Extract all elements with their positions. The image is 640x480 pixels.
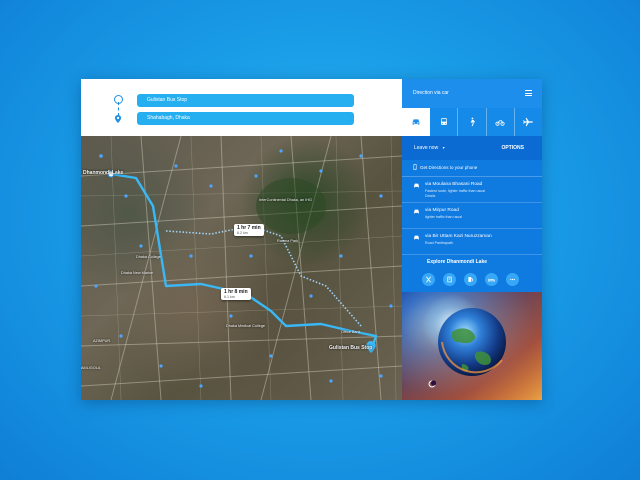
- bed-button[interactable]: [485, 273, 498, 286]
- map-label-office-bank: Office Bank: [341, 330, 361, 334]
- gas-station-button[interactable]: [464, 273, 477, 286]
- explore-actions: [422, 273, 519, 286]
- more-button[interactable]: [506, 273, 519, 286]
- map-label-intercontinental: InterContinental Dhaka, an IHG: [259, 198, 312, 202]
- route-via: via Moulana Bhasani Road: [425, 182, 483, 187]
- route-via: via Bir Uttam Kazi Nuruzzaman: [425, 234, 492, 239]
- phone-icon: [413, 164, 417, 170]
- route-option[interactable]: via Moulana Bhasani Road Fastest route, …: [402, 177, 542, 203]
- route-via: via Mirpur Road: [425, 208, 459, 213]
- map-label-amligola: AMLIGOLA: [81, 366, 101, 370]
- route-time-callout[interactable]: 1 hr 7 min 6.2 km: [234, 224, 264, 236]
- plane-icon: [523, 117, 534, 127]
- options-button[interactable]: OPTIONS: [501, 145, 524, 151]
- map-label-new-market: Dhaka New Market: [121, 271, 154, 275]
- car-icon: [414, 209, 419, 214]
- car-icon: [414, 235, 419, 240]
- explore-image: [402, 292, 542, 400]
- map-label-dhanmondi: Dhanmondi Lake: [83, 170, 124, 176]
- route-header: Gulistan Bus Stop Shahabagh, Dhaka: [81, 79, 402, 136]
- bus-icon: [440, 118, 447, 125]
- send-to-phone-row[interactable]: Get Directions to your phone: [402, 160, 542, 177]
- panel-header: Direction via car: [402, 79, 542, 108]
- route-description: Road Panthapath: [425, 241, 453, 245]
- route-connector: [118, 102, 119, 116]
- map-label-gulistan: Gulistan Bus Stop: [329, 345, 373, 351]
- directions-card: Gulistan Bus Stop Shahabagh, Dhaka Dhanm…: [81, 79, 542, 400]
- tab-walk[interactable]: [458, 108, 487, 136]
- more-icon: [510, 278, 515, 281]
- car-icon: [414, 183, 419, 188]
- map-label-dhaka-medical: Dhaka Medical College: [226, 324, 266, 328]
- tab-plane[interactable]: [515, 108, 542, 136]
- callout-distance: 6.1 km: [224, 295, 235, 299]
- map-roads: [81, 136, 402, 400]
- panel-title: Direction via car: [413, 90, 449, 96]
- map-view[interactable]: Dhanmondi Lake Gulistan Bus Stop InterCo…: [81, 136, 402, 400]
- send-to-phone-label: Get Directions to your phone: [420, 165, 478, 170]
- map-label-azimpur: AZIMPUR: [93, 339, 111, 343]
- origin-input[interactable]: Gulistan Bus Stop: [137, 94, 354, 107]
- destination-input[interactable]: Shahabagh, Dhaka: [137, 112, 354, 125]
- directions-panel: Direction via car Leave now ▾ OPTIONS Ge…: [402, 79, 542, 400]
- route-details-link[interactable]: Details: [425, 194, 435, 198]
- tab-motorbike[interactable]: [487, 108, 515, 136]
- hotel-icon: [447, 276, 452, 283]
- gas-station-icon: [468, 277, 473, 282]
- walk-icon: [470, 117, 475, 127]
- chevron-down-icon: ▾: [442, 145, 445, 150]
- route-option[interactable]: via Bir Uttam Kazi Nuruzzaman Road Panth…: [402, 229, 542, 255]
- leave-row: Leave now ▾ OPTIONS: [402, 136, 542, 160]
- map-label-ramna: Ramna Park: [277, 239, 299, 243]
- leave-now-label: Leave now: [414, 145, 439, 151]
- motorbike-icon: [495, 120, 505, 126]
- leave-now-dropdown[interactable]: Leave now ▾: [414, 145, 445, 151]
- restaurant-button[interactable]: [422, 273, 435, 286]
- earth-illustration: [402, 292, 542, 400]
- bed-icon: [488, 278, 495, 282]
- explore-title: Explore Dhanmondi Lake: [427, 259, 488, 265]
- tab-car[interactable]: [402, 108, 431, 136]
- callout-distance: 6.2 km: [237, 231, 248, 235]
- hamburger-menu-icon[interactable]: [525, 90, 532, 96]
- car-icon: [412, 119, 419, 125]
- hotel-button[interactable]: [443, 273, 456, 286]
- route-time-callout[interactable]: 1 hr 8 min 6.1 km: [221, 288, 251, 300]
- tab-bus[interactable]: [430, 108, 459, 136]
- route-description: Fastest route, lighter traffic than usua…: [425, 189, 486, 193]
- route-option[interactable]: via Mirpur Road lighter traffic than usu…: [402, 203, 542, 229]
- map-label-dhaka-college: Dhaka College: [136, 255, 161, 259]
- destination-pin-icon: [114, 115, 122, 123]
- route-description: lighter traffic than usual: [425, 215, 463, 219]
- travel-mode-tabs: [402, 108, 542, 136]
- restaurant-icon: [426, 276, 431, 283]
